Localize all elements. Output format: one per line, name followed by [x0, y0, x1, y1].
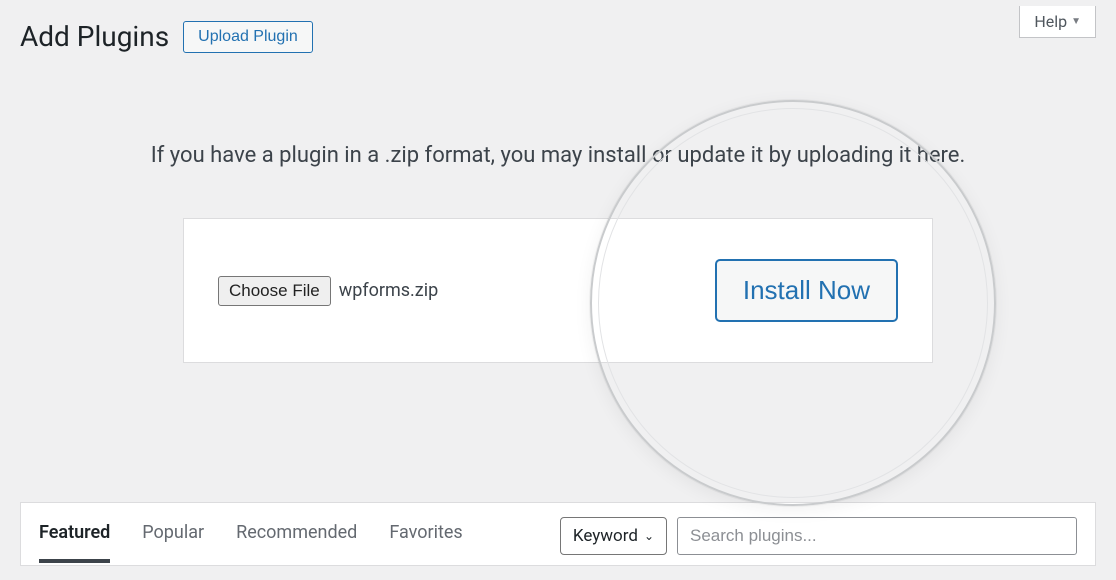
choose-file-button[interactable]: Choose File	[218, 276, 331, 306]
caret-down-icon: ▼	[1071, 16, 1081, 27]
filter-right: Keyword ⌄	[560, 517, 1077, 555]
filter-bar: Featured Popular Recommended Favorites K…	[20, 502, 1096, 566]
search-input[interactable]	[677, 517, 1077, 555]
page-title: Add Plugins	[20, 20, 169, 53]
search-type-label: Keyword	[573, 526, 638, 546]
tab-recommended[interactable]: Recommended	[236, 522, 357, 551]
help-label: Help	[1034, 12, 1067, 31]
upload-plugin-button[interactable]: Upload Plugin	[183, 21, 313, 53]
chevron-down-icon: ⌄	[644, 529, 654, 543]
tab-favorites[interactable]: Favorites	[389, 522, 462, 551]
help-tab[interactable]: Help ▼	[1019, 6, 1096, 38]
selected-file-name: wpforms.zip	[339, 280, 439, 301]
tab-popular[interactable]: Popular	[142, 522, 204, 551]
filter-tabs: Featured Popular Recommended Favorites	[39, 522, 463, 551]
tab-featured[interactable]: Featured	[39, 522, 110, 563]
search-type-select[interactable]: Keyword ⌄	[560, 517, 667, 555]
page-header: Add Plugins Upload Plugin	[0, 0, 1116, 53]
install-now-button[interactable]: Install Now	[715, 259, 898, 322]
upload-form: Choose File wpforms.zip Install Now	[183, 218, 933, 363]
file-input-group: Choose File wpforms.zip	[218, 276, 438, 306]
upload-description: If you have a plugin in a .zip format, y…	[20, 143, 1096, 168]
